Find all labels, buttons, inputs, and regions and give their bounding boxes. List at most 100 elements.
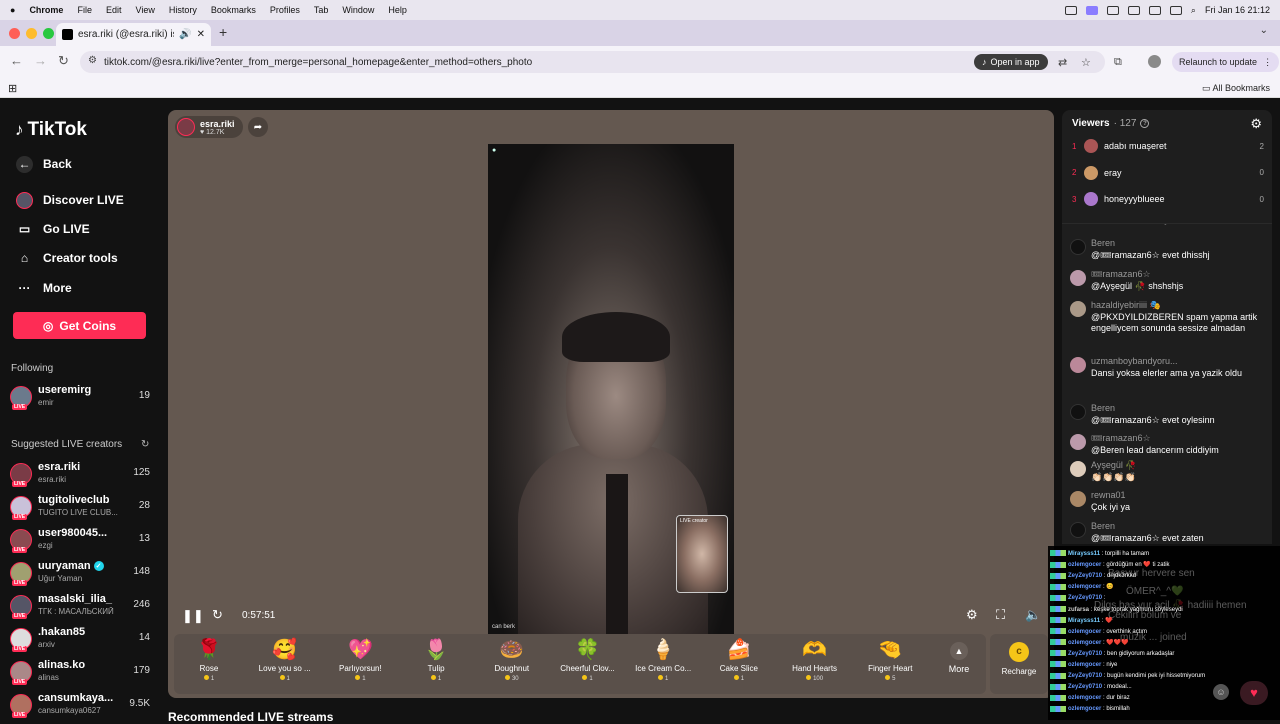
- chat-username[interactable]: Beren: [1091, 521, 1115, 531]
- host-info[interactable]: esra.riki ♥ 12.7K: [175, 116, 243, 138]
- search-icon[interactable]: ⌕: [1191, 5, 1196, 16]
- status-app-icon[interactable]: [1127, 5, 1140, 15]
- share-button[interactable]: ➦: [248, 117, 268, 137]
- menu-history[interactable]: History: [169, 5, 197, 15]
- refresh-stream-icon[interactable]: ↻: [212, 607, 223, 623]
- viewer-avatar[interactable]: [1084, 139, 1098, 153]
- chat-avatar[interactable]: [1070, 270, 1086, 286]
- extensions-icon[interactable]: ⧉: [1114, 56, 1122, 69]
- like-heart-button[interactable]: ♥: [1240, 681, 1268, 705]
- screen-record-icon[interactable]: [1085, 5, 1098, 15]
- menu-view[interactable]: View: [135, 5, 154, 15]
- menu-window[interactable]: Window: [342, 5, 374, 15]
- refresh-icon[interactable]: ↻: [141, 439, 149, 450]
- back-arrow-icon[interactable]: ←: [10, 53, 23, 68]
- viewer-avatar[interactable]: [1084, 192, 1098, 206]
- sidebar-user[interactable]: LIVE tugitoliveclub TUGITO LIVE CLUB... 28: [10, 494, 150, 522]
- chat-username[interactable]: hazaldiyebiriiii 🎭: [1091, 300, 1161, 311]
- host-avatar[interactable]: [177, 118, 195, 136]
- minimize-window-button[interactable]: [26, 28, 37, 39]
- sidebar-user[interactable]: LIVE user980045... ezgi 13: [10, 527, 150, 555]
- sidebar-user[interactable]: LIVE alinas.ko alinas 179: [10, 659, 150, 687]
- settings-gear-icon[interactable]: ⚙: [966, 607, 978, 623]
- status-app-icon[interactable]: [1106, 5, 1119, 15]
- gift-item[interactable]: 🌹 Rose 1: [174, 636, 244, 692]
- user-name[interactable]: uuryaman ✓: [38, 560, 126, 572]
- pip-guest-video[interactable]: LIVE creator: [676, 515, 728, 593]
- user-name[interactable]: useremirg: [38, 384, 126, 396]
- chat-avatar[interactable]: [1070, 461, 1086, 477]
- menu-tab[interactable]: Tab: [314, 5, 329, 15]
- chat-username[interactable]: rewna01: [1091, 490, 1126, 500]
- chat-avatar[interactable]: [1070, 301, 1086, 317]
- live-player[interactable]: esra.riki ♥ 12.7K ➦ ● can berk LIVE crea…: [168, 110, 1054, 698]
- apple-icon[interactable]: ●: [10, 5, 15, 15]
- site-info-icon[interactable]: ⚙: [88, 55, 97, 66]
- bookmark-star-icon[interactable]: ☆: [1081, 56, 1091, 69]
- new-tab-button[interactable]: +: [219, 24, 227, 40]
- chat-username[interactable]: uzmanboybandyoru...: [1091, 356, 1178, 366]
- back-button[interactable]: ← Back: [16, 153, 72, 175]
- menu-bookmarks[interactable]: Bookmarks: [211, 5, 256, 15]
- url-text[interactable]: tiktok.com/@esra.riki/live?enter_from_me…: [104, 57, 532, 68]
- gift-item[interactable]: 🍩 Doughnut 30: [477, 636, 547, 692]
- chat-avatar[interactable]: [1070, 522, 1086, 538]
- chat-avatar[interactable]: [1070, 239, 1086, 255]
- battery-icon[interactable]: [1169, 5, 1182, 15]
- speaker-icon[interactable]: 🔊: [179, 29, 191, 40]
- get-coins-button[interactable]: ◎ Get Coins: [13, 312, 146, 339]
- gift-item[interactable]: 🍀 Cheerful Clov... 1: [553, 636, 623, 692]
- reload-icon[interactable]: ↻: [58, 53, 69, 69]
- gift-item[interactable]: 🥰 Love you so ... 1: [250, 636, 320, 692]
- menu-profiles[interactable]: Profiles: [270, 5, 300, 15]
- gift-item[interactable]: 🌷 Tulip 1: [401, 636, 471, 692]
- gift-item[interactable]: 🍦 Ice Cream Co... 1: [628, 636, 698, 692]
- sidebar-user[interactable]: LIVE esra.riki esra.riki 125: [10, 461, 150, 489]
- menu-help[interactable]: Help: [388, 5, 407, 15]
- gift-item[interactable]: 💖 Parlıyorsun! 1: [325, 636, 395, 692]
- user-name[interactable]: user980045...: [38, 527, 126, 539]
- gift-item[interactable]: 🤏 Finger Heart 5: [855, 636, 925, 692]
- chat-username[interactable]: Beren: [1091, 238, 1115, 248]
- profile-avatar[interactable]: [1148, 55, 1161, 68]
- chat-avatar[interactable]: [1070, 491, 1086, 507]
- chat-settings-gear-icon[interactable]: ⚙: [1250, 116, 1262, 132]
- volume-icon[interactable]: 🔈: [1025, 607, 1041, 623]
- all-bookmarks[interactable]: ▭ All Bookmarks: [1202, 83, 1270, 94]
- sidebar-user[interactable]: LIVE uuryaman ✓ Uğur Yaman 148: [10, 560, 150, 588]
- sidebar-user[interactable]: LIVE .hakan85 arxiv 14: [10, 626, 150, 654]
- top-viewer-row[interactable]: 3 honeyyyblueee 0: [1072, 190, 1264, 208]
- forward-arrow-icon[interactable]: →: [34, 53, 47, 68]
- open-in-app-button[interactable]: ♪ Open in app: [974, 54, 1048, 70]
- sidebar-user[interactable]: LIVE cansumkaya... cansumkaya0627 9.5K: [10, 692, 150, 720]
- nav-creator-tools[interactable]: ⌂ Creator tools: [16, 247, 118, 269]
- viewer-avatar[interactable]: [1084, 165, 1098, 180]
- chat-avatar[interactable]: [1070, 357, 1086, 373]
- top-viewer-row[interactable]: 1 adabı muaşeret 2: [1072, 137, 1264, 155]
- wifi-icon[interactable]: [1148, 5, 1161, 15]
- gift-item[interactable]: 🍰 Cake Slice 1: [704, 636, 774, 692]
- user-name[interactable]: esra.riki: [38, 461, 126, 473]
- tab-search-icon[interactable]: ⌄: [1260, 25, 1268, 36]
- translate-icon[interactable]: ⇄: [1058, 56, 1067, 69]
- browser-tab[interactable]: esra.riki (@esra.riki) is LIVE 🔊 ✕: [56, 23, 211, 46]
- user-name[interactable]: masalski_ilia_: [38, 593, 126, 605]
- user-name[interactable]: alinas.ko: [38, 659, 126, 671]
- menu-app-name[interactable]: Chrome: [29, 5, 63, 15]
- user-name[interactable]: cansumkaya...: [38, 692, 126, 704]
- gift-item[interactable]: 🫶 Hand Hearts 100: [780, 636, 850, 692]
- status-app-icon[interactable]: [1064, 5, 1077, 15]
- gift-more-button[interactable]: ▲ More: [944, 642, 974, 674]
- chat-username[interactable]: Beren: [1091, 403, 1115, 413]
- chat-username[interactable]: 🎟ramazan6☆: [1091, 269, 1151, 280]
- sidebar-user[interactable]: LIVE masalski_ilia_ ТГК : МАСАЛЬСКИЙ 246: [10, 593, 150, 621]
- info-icon[interactable]: ?: [1140, 119, 1150, 128]
- top-viewer-row[interactable]: 2 eray 0: [1072, 164, 1264, 182]
- chat-avatar[interactable]: [1070, 404, 1086, 420]
- nav-go-live[interactable]: ▭ Go LIVE: [16, 218, 90, 240]
- more-menu-icon[interactable]: ⋮: [1263, 57, 1272, 68]
- menu-file[interactable]: File: [77, 5, 92, 15]
- user-name[interactable]: .hakan85: [38, 626, 126, 638]
- pause-icon[interactable]: ❚❚: [182, 608, 204, 624]
- clock[interactable]: Fri Jan 16 21:12: [1205, 5, 1270, 15]
